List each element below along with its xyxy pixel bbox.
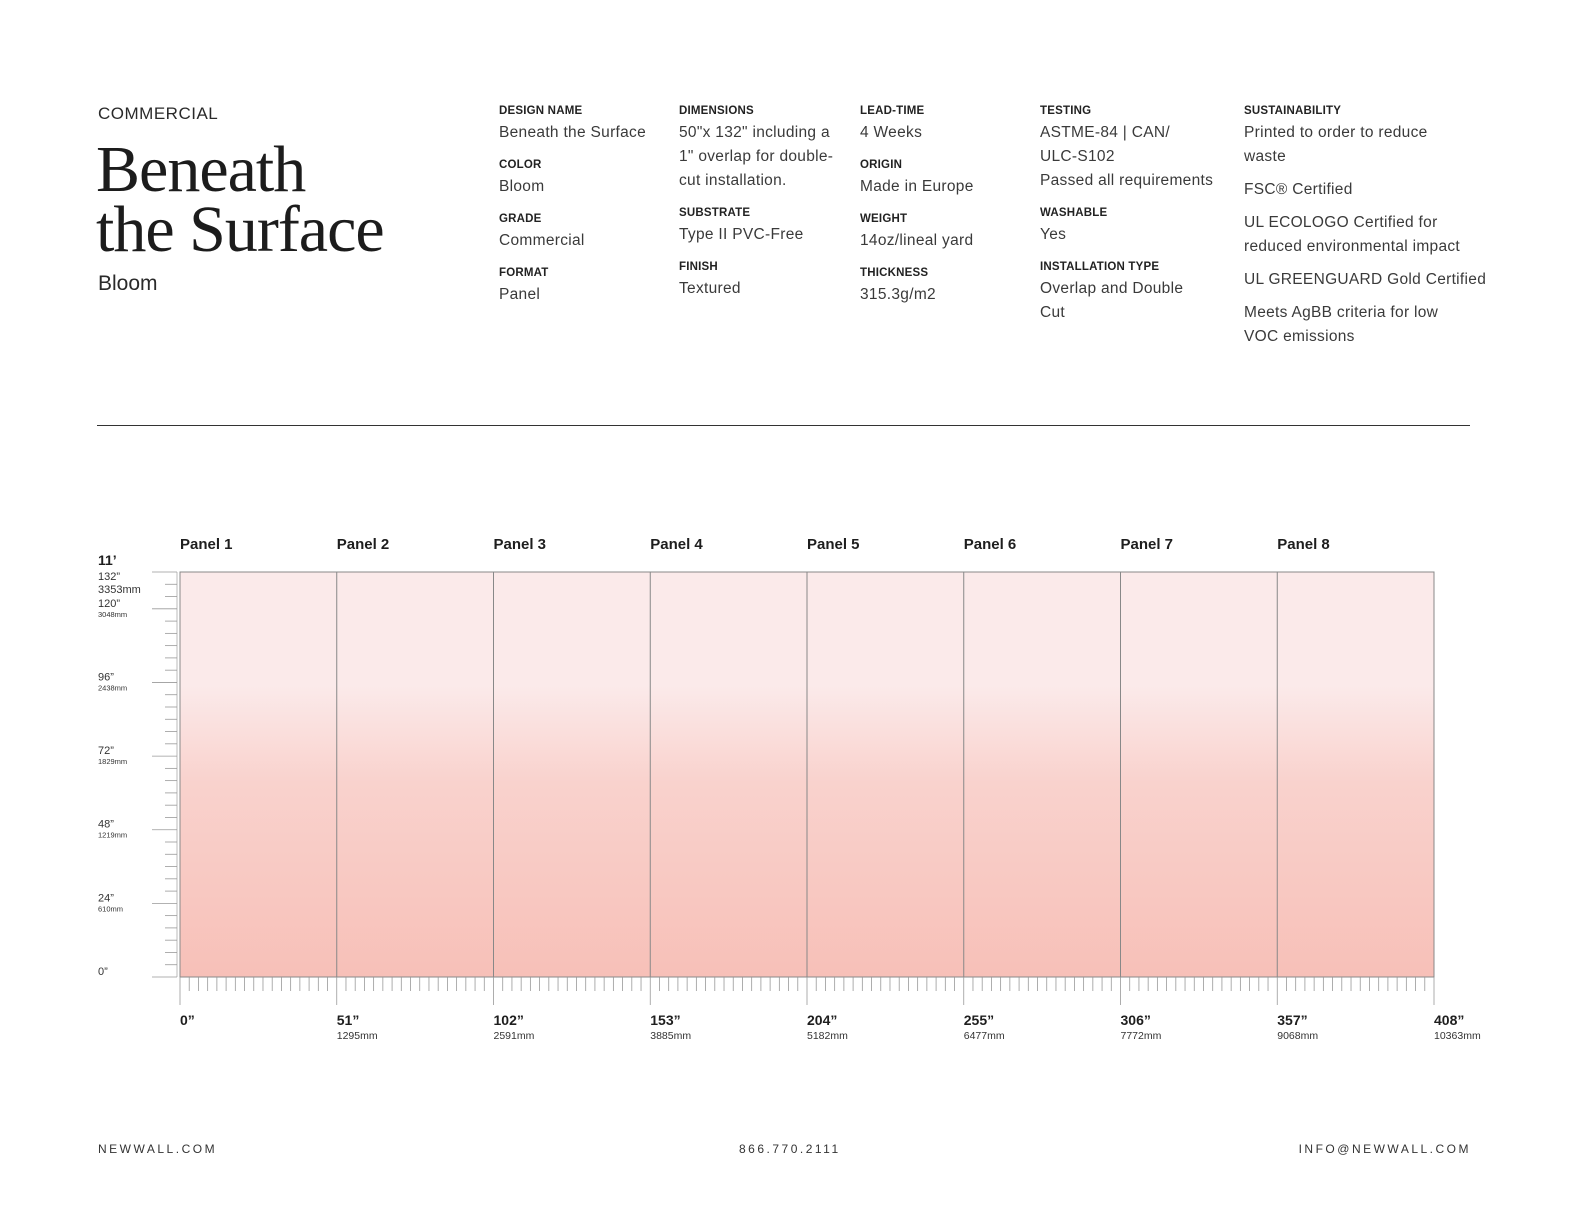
mural-panel-diagram: Panel 1 Panel 2 Panel 3 Panel 4 Panel 5 Panel…: [98, 536, 1481, 1042]
horizontal-ruler-label: 357”: [1277, 1012, 1307, 1028]
horizontal-ruler-sublabel: 6477mm: [964, 1030, 1005, 1042]
horizontal-ruler-label: 51”: [337, 1012, 360, 1028]
vertical-ruler-label: 0”: [98, 966, 108, 978]
vertical-ruler-label: 48”: [98, 819, 114, 831]
horizontal-ruler-sublabel: 10363mm: [1434, 1030, 1481, 1042]
horizontal-ruler-sublabel: 3885mm: [650, 1030, 691, 1042]
panel-label: Panel 1: [180, 536, 233, 553]
panel-label: Panel 8: [1277, 536, 1330, 553]
panel-label: Panel 4: [650, 536, 703, 553]
horizontal-ruler-label: 306”: [1121, 1012, 1151, 1028]
horizontal-ruler-label: 255”: [964, 1012, 994, 1028]
vertical-ruler-label: 72”: [98, 745, 114, 757]
vertical-ruler-label: 96”: [98, 671, 114, 683]
horizontal-ruler-label: 0”: [180, 1012, 195, 1028]
vertical-ruler-label: 120”: [98, 598, 120, 610]
vertical-ruler-sublabel: 610mm: [98, 904, 123, 913]
vertical-ruler-sublabel: 3353mm: [98, 584, 141, 596]
horizontal-ruler-sublabel: 7772mm: [1121, 1030, 1162, 1042]
horizontal-ruler-sublabel: 5182mm: [807, 1030, 848, 1042]
panel-label: Panel 7: [1121, 536, 1174, 553]
panel-label: Panel 5: [807, 536, 860, 553]
horizontal-ruler-label: 204”: [807, 1012, 837, 1028]
vertical-ruler-label: 132”: [98, 571, 120, 583]
horizontal-ruler-label: 102”: [494, 1012, 524, 1028]
panel-label: Panel 2: [337, 536, 390, 553]
vertical-ruler-sublabel: 3048mm: [98, 610, 127, 619]
vertical-ruler-sublabel: 1829mm: [98, 757, 127, 766]
vertical-ruler-label: 24”: [98, 892, 114, 904]
panel-label: Panel 3: [494, 536, 547, 553]
height-label: 11’: [98, 552, 117, 568]
panel-label: Panel 6: [964, 536, 1017, 553]
footer-website[interactable]: NEWWALL.COM: [98, 1142, 217, 1156]
footer-email[interactable]: INFO@NEWWALL.COM: [1299, 1142, 1471, 1156]
footer-phone[interactable]: 866.770.2111: [739, 1142, 841, 1156]
vertical-ruler-sublabel: 1219mm: [98, 831, 127, 840]
horizontal-ruler-sublabel: 2591mm: [494, 1030, 535, 1042]
horizontal-ruler-label: 153”: [650, 1012, 680, 1028]
vertical-ruler-sublabel: 2438mm: [98, 683, 127, 692]
horizontal-ruler-sublabel: 1295mm: [337, 1030, 378, 1042]
horizontal-ruler-label: 408”: [1434, 1012, 1464, 1028]
horizontal-ruler-sublabel: 9068mm: [1277, 1030, 1318, 1042]
